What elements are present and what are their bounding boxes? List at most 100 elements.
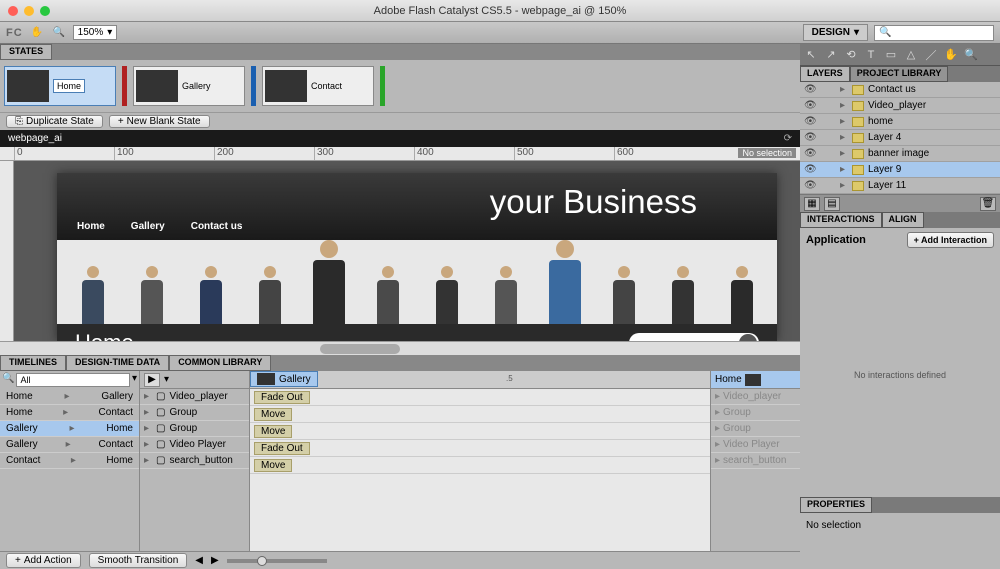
nav-home[interactable]: Home	[77, 221, 105, 232]
play-button[interactable]: ▶	[144, 373, 160, 387]
visibility-toggle-icon[interactable]: 👁	[804, 164, 818, 175]
disclosure-icon[interactable]: ▸	[144, 391, 152, 402]
chevron-down-icon[interactable]: ▾	[164, 374, 169, 385]
disclosure-icon[interactable]: ▸	[840, 132, 848, 143]
disclosure-icon[interactable]: ▸	[840, 100, 848, 111]
text-tool-icon[interactable]: T	[864, 48, 878, 62]
disclosure-icon[interactable]: ▸	[144, 439, 152, 450]
layer-row[interactable]: 👁▸home	[800, 114, 1000, 130]
workspace-mode-button[interactable]: DESIGN▾	[803, 24, 868, 41]
from-state-chip[interactable]: Gallery	[250, 371, 318, 387]
timeline-clip[interactable]: Fade Out	[254, 442, 310, 455]
rect-tool-icon[interactable]: ▭	[884, 48, 898, 62]
layer-row[interactable]: 👁▸Contact us	[800, 82, 1000, 98]
search-go-icon[interactable]: ›	[739, 334, 757, 341]
disclosure-icon[interactable]: ▸	[840, 84, 848, 95]
hand-tool-icon[interactable]: ✋	[944, 48, 958, 62]
disclosure-icon[interactable]: ▸	[840, 116, 848, 127]
tab-design-time-data[interactable]: DESIGN-TIME DATA	[66, 355, 169, 371]
timeline-track[interactable]: Fade Out	[250, 389, 710, 406]
timeline-layer-row[interactable]: ▸▢Video Player	[140, 437, 249, 453]
visibility-toggle-icon[interactable]: 👁	[804, 100, 818, 111]
path-tool-icon[interactable]: △	[904, 48, 918, 62]
state-card-gallery[interactable]: Gallery	[133, 66, 245, 106]
add-action-button[interactable]: +Add Action	[6, 553, 81, 568]
timeline-clip[interactable]: Move	[254, 459, 292, 472]
disclosure-icon[interactable]: ▸	[840, 148, 848, 159]
tab-interactions[interactable]: INTERACTIONS	[800, 212, 882, 228]
zoom-tool-icon[interactable]: 🔍	[51, 25, 67, 41]
transition-row[interactable]: Gallery▸Home	[0, 421, 139, 437]
help-search-input[interactable]: 🔍	[874, 25, 994, 41]
prev-frame-icon[interactable]: ◀	[195, 555, 203, 566]
timeline-track[interactable]: Move	[250, 406, 710, 423]
layer-row[interactable]: 👁▸Video_player	[800, 98, 1000, 114]
transition-row[interactable]: Contact▸Home	[0, 453, 139, 469]
direct-select-icon[interactable]: ↗	[824, 48, 838, 62]
timeline-zoom-slider[interactable]	[227, 559, 327, 563]
visibility-toggle-icon[interactable]: 👁	[804, 132, 818, 143]
arrow-icon: ▸	[64, 391, 69, 402]
nav-contact[interactable]: Contact us	[191, 221, 243, 232]
timeline-clip[interactable]: Move	[254, 425, 292, 438]
tab-properties[interactable]: PROPERTIES	[800, 497, 872, 513]
timeline-clip[interactable]: Fade Out	[254, 391, 310, 404]
trash-icon[interactable]: 🗑	[980, 197, 996, 211]
layer-row[interactable]: 👁▸Layer 9	[800, 162, 1000, 178]
next-frame-icon[interactable]: ▶	[211, 555, 219, 566]
layer-row[interactable]: 👁▸banner image	[800, 146, 1000, 162]
refresh-icon[interactable]: ⟳	[784, 133, 792, 144]
tab-layers[interactable]: LAYERS	[800, 66, 850, 82]
artboard[interactable]: your Business Home Gallery Contact us	[57, 173, 777, 341]
transition-row[interactable]: Home▸Gallery	[0, 389, 139, 405]
layer-row[interactable]: 👁▸Layer 11	[800, 178, 1000, 194]
tab-common-library[interactable]: COMMON LIBRARY	[169, 355, 271, 371]
tab-timelines[interactable]: TIMELINES	[0, 355, 66, 371]
timeline-track[interactable]: Move	[250, 423, 710, 440]
transitions-filter-input[interactable]	[16, 373, 130, 387]
new-layer-icon[interactable]: ▦	[804, 197, 820, 211]
visibility-toggle-icon[interactable]: 👁	[804, 180, 818, 191]
site-search-input[interactable]: ›	[629, 333, 759, 341]
canvas-h-scrollbar[interactable]	[0, 341, 800, 355]
timeline-layer-row[interactable]: ▸▢Group	[140, 405, 249, 421]
transition-row[interactable]: Home▸Contact	[0, 405, 139, 421]
disclosure-icon[interactable]: ▸	[840, 164, 848, 175]
duplicate-state-button[interactable]: ⎘Duplicate State	[6, 115, 103, 128]
visibility-toggle-icon[interactable]: 👁	[804, 148, 818, 159]
chevron-down-icon[interactable]: ▾	[132, 373, 137, 387]
timeline-layer-row[interactable]: ▸▢Video_player	[140, 389, 249, 405]
timeline-track[interactable]: Fade Out	[250, 440, 710, 457]
add-interaction-button[interactable]: + Add Interaction	[907, 232, 994, 248]
state-card-contact[interactable]: Contact	[262, 66, 374, 106]
transform-icon[interactable]: ⟲	[844, 48, 858, 62]
hand-tool-icon[interactable]: ✋	[29, 25, 45, 41]
visibility-toggle-icon[interactable]: 👁	[804, 116, 818, 127]
zoom-level-select[interactable]: 150%▾	[73, 25, 118, 40]
zoom-tool-icon[interactable]: 🔍	[964, 48, 978, 62]
canvas-area[interactable]: your Business Home Gallery Contact us	[0, 161, 800, 341]
state-card-home[interactable]: Home	[4, 66, 116, 106]
tab-align[interactable]: ALIGN	[882, 212, 924, 228]
timeline-layer-row[interactable]: ▸▢search_button	[140, 453, 249, 469]
new-sublayer-icon[interactable]: ▤	[824, 197, 840, 211]
disclosure-icon[interactable]: ▸	[144, 423, 152, 434]
nav-gallery[interactable]: Gallery	[131, 221, 165, 232]
timeline-layer-row[interactable]: ▸▢Group	[140, 421, 249, 437]
to-state-chip[interactable]: Home	[711, 371, 800, 389]
line-tool-icon[interactable]: ／	[924, 48, 938, 62]
state-label-input[interactable]: Home	[53, 79, 85, 93]
disclosure-icon[interactable]: ▸	[144, 407, 152, 418]
new-blank-state-button[interactable]: +New Blank State	[109, 115, 210, 128]
timeline-clip[interactable]: Move	[254, 408, 292, 421]
disclosure-icon[interactable]: ▸	[144, 455, 152, 466]
to-state-layer-row: ▸Video Player	[711, 437, 800, 453]
visibility-toggle-icon[interactable]: 👁	[804, 84, 818, 95]
smooth-transition-button[interactable]: Smooth Transition	[89, 553, 188, 568]
tab-project-library[interactable]: PROJECT LIBRARY	[850, 66, 949, 82]
disclosure-icon[interactable]: ▸	[840, 180, 848, 191]
transition-row[interactable]: Gallery▸Contact	[0, 437, 139, 453]
select-tool-icon[interactable]: ↖	[804, 48, 818, 62]
timeline-track[interactable]: Move	[250, 457, 710, 474]
layer-row[interactable]: 👁▸Layer 4	[800, 130, 1000, 146]
